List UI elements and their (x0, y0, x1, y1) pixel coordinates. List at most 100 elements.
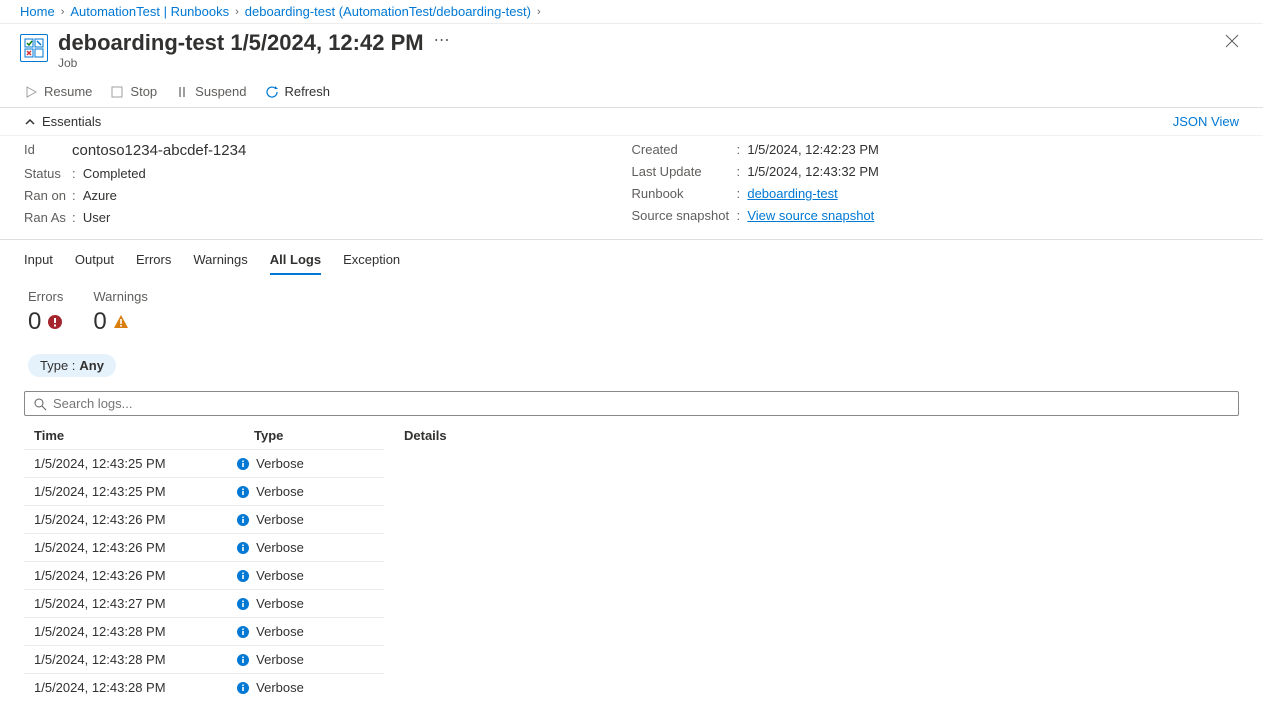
refresh-label: Refresh (285, 84, 331, 99)
breadcrumb: Home › AutomationTest | Runbooks › deboa… (0, 0, 1263, 24)
ranas-label: Ran As (24, 210, 72, 225)
tab-all-logs[interactable]: All Logs (270, 252, 321, 275)
ranas-value: User (83, 210, 110, 225)
row-time: 1/5/2024, 12:43:25 PM (34, 484, 236, 499)
ranon-label: Ran on (24, 188, 72, 203)
search-icon (33, 397, 47, 411)
table-row[interactable]: 1/5/2024, 12:43:25 PMVerbose (24, 449, 384, 477)
suspend-label: Suspend (195, 84, 246, 99)
runbook-link[interactable]: deboarding-test (747, 186, 837, 201)
info-icon (236, 457, 250, 471)
job-icon (20, 34, 48, 62)
info-icon (236, 541, 250, 555)
colon: : (737, 208, 748, 223)
page-subtitle: Job (58, 56, 424, 70)
info-icon (236, 513, 250, 527)
refresh-button[interactable]: Refresh (265, 84, 331, 99)
search-logs-box[interactable] (24, 391, 1239, 416)
resume-label: Resume (44, 84, 92, 99)
breadcrumb-home[interactable]: Home (20, 4, 55, 19)
suspend-button[interactable]: Suspend (175, 84, 246, 99)
info-icon (236, 569, 250, 583)
created-value: 1/5/2024, 12:42:23 PM (747, 142, 879, 157)
chevron-right-icon: › (537, 6, 541, 18)
stop-button[interactable]: Stop (110, 84, 157, 99)
colon: : (72, 210, 83, 225)
lastupdate-value: 1/5/2024, 12:43:32 PM (747, 164, 879, 179)
col-type-header[interactable]: Type (254, 428, 404, 443)
errors-counter-value: 0 (28, 308, 41, 336)
row-time: 1/5/2024, 12:43:28 PM (34, 652, 236, 667)
table-row[interactable]: 1/5/2024, 12:43:27 PMVerbose (24, 589, 384, 617)
error-badge-icon (47, 314, 63, 330)
counters: Errors 0 Warnings 0 (0, 275, 1263, 346)
table-row[interactable]: 1/5/2024, 12:43:28 PMVerbose (24, 645, 384, 673)
table-row[interactable]: 1/5/2024, 12:43:26 PMVerbose (24, 561, 384, 589)
table-row[interactable]: 1/5/2024, 12:43:28 PMVerbose (24, 673, 384, 701)
row-time: 1/5/2024, 12:43:26 PM (34, 512, 236, 527)
info-icon (236, 653, 250, 667)
row-type: Verbose (236, 652, 374, 667)
stop-label: Stop (130, 84, 157, 99)
json-view-link[interactable]: JSON View (1173, 114, 1239, 129)
info-icon (236, 485, 250, 499)
more-button[interactable]: ⋯ (434, 30, 450, 50)
essentials-label: Essentials (42, 114, 101, 129)
row-time: 1/5/2024, 12:43:27 PM (34, 596, 236, 611)
row-time: 1/5/2024, 12:43:28 PM (34, 624, 236, 639)
warning-badge-icon (113, 314, 129, 330)
row-time: 1/5/2024, 12:43:26 PM (34, 568, 236, 583)
colon: : (737, 142, 748, 157)
row-type: Verbose (236, 512, 374, 527)
essentials-toggle[interactable]: Essentials (24, 114, 101, 129)
pause-icon (175, 85, 189, 99)
row-type: Verbose (236, 624, 374, 639)
col-time-header[interactable]: Time (34, 428, 254, 443)
errors-counter-label: Errors (28, 289, 63, 304)
row-time: 1/5/2024, 12:43:26 PM (34, 540, 236, 555)
tab-output[interactable]: Output (75, 252, 114, 275)
row-time: 1/5/2024, 12:43:25 PM (34, 456, 236, 471)
row-type: Verbose (236, 456, 374, 471)
table-row[interactable]: 1/5/2024, 12:43:26 PMVerbose (24, 533, 384, 561)
page-title: deboarding-test 1/5/2024, 12:42 PM (58, 30, 424, 56)
colon: : (737, 164, 748, 179)
row-time: 1/5/2024, 12:43:28 PM (34, 680, 236, 695)
snapshot-link[interactable]: View source snapshot (747, 208, 874, 223)
row-type: Verbose (236, 484, 374, 499)
toolbar: Resume Stop Suspend Refresh (0, 76, 1263, 108)
essentials-grid: Id contoso1234-abcdef-1234 Status : Comp… (0, 136, 1263, 240)
page-header: deboarding-test 1/5/2024, 12:42 PM Job ⋯ (0, 24, 1263, 76)
tab-exception[interactable]: Exception (343, 252, 400, 275)
breadcrumb-runbook-detail[interactable]: deboarding-test (AutomationTest/deboardi… (245, 4, 531, 19)
type-filter-pill[interactable]: Type : Any (28, 354, 116, 377)
row-type: Verbose (236, 540, 374, 555)
row-type: Verbose (236, 568, 374, 583)
lastupdate-label: Last Update (632, 164, 737, 179)
breadcrumb-runbooks[interactable]: AutomationTest | Runbooks (70, 4, 229, 19)
refresh-icon (265, 85, 279, 99)
tab-errors[interactable]: Errors (136, 252, 171, 275)
info-icon (236, 625, 250, 639)
tab-warnings[interactable]: Warnings (193, 252, 247, 275)
chevron-up-icon (24, 116, 36, 128)
col-details-header[interactable]: Details (404, 428, 1229, 443)
close-button[interactable] (1221, 30, 1243, 52)
status-value: Completed (83, 166, 146, 181)
id-label: Id (24, 142, 72, 159)
resume-button[interactable]: Resume (24, 84, 92, 99)
chevron-right-icon: › (235, 6, 239, 18)
snapshot-label: Source snapshot (632, 208, 737, 223)
play-icon (24, 85, 38, 99)
table-row[interactable]: 1/5/2024, 12:43:28 PMVerbose (24, 617, 384, 645)
ranon-value: Azure (83, 188, 117, 203)
table-row[interactable]: 1/5/2024, 12:43:25 PMVerbose (24, 477, 384, 505)
table-row[interactable]: 1/5/2024, 12:43:26 PMVerbose (24, 505, 384, 533)
colon: : (737, 186, 748, 201)
colon: : (72, 166, 83, 181)
status-label: Status (24, 166, 72, 181)
info-icon (236, 681, 250, 695)
tab-input[interactable]: Input (24, 252, 53, 275)
row-type: Verbose (236, 680, 374, 695)
search-input[interactable] (53, 396, 1230, 411)
